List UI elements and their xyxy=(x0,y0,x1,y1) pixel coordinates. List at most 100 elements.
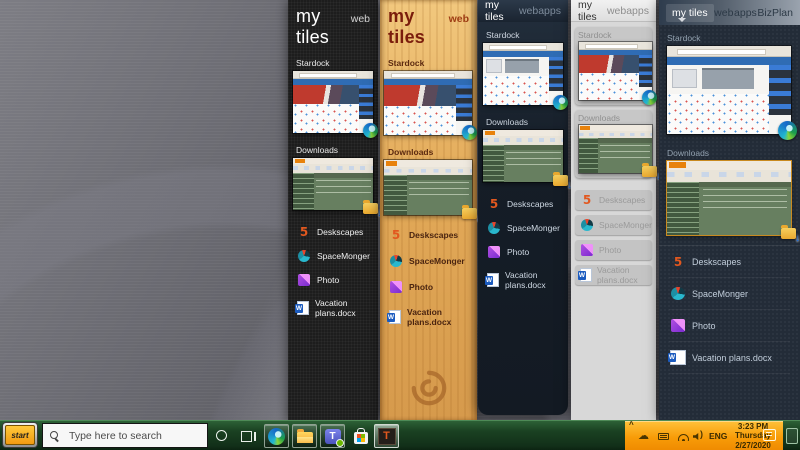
volume-icon[interactable] xyxy=(693,432,705,441)
shortcut-spacemonger[interactable]: SpaceMonger xyxy=(298,250,378,262)
photo-icon xyxy=(298,274,310,286)
group-label-stardock: Stardock xyxy=(486,30,568,40)
group-label-downloads: Downloads xyxy=(486,117,568,127)
shortcut-label: SpaceMonger xyxy=(507,223,560,233)
shortcut-label: SpaceMonger xyxy=(409,256,465,266)
browser-sidebar xyxy=(549,57,563,92)
downloads-folder-thumbnail[interactable] xyxy=(483,130,563,182)
shortcut-deskscapes[interactable]: Deskscapes xyxy=(298,226,378,238)
downloads-folder-thumbnail[interactable] xyxy=(579,125,652,173)
shortcut-spacemonger[interactable]: SpaceMonger xyxy=(669,278,790,310)
groupy-logo-block xyxy=(486,59,502,73)
browser-body xyxy=(667,94,769,134)
shortcut-photo[interactable]: Photo xyxy=(298,274,378,286)
show-desktop-button[interactable] xyxy=(786,428,798,444)
group-label-stardock: Stardock xyxy=(667,33,800,43)
stardock-webpage-thumbnail[interactable] xyxy=(579,42,652,100)
shortcut-label: Photo xyxy=(599,245,621,255)
panel-title: my tiles xyxy=(296,6,351,48)
tiles-panel-steel: my tiles web apps BizPlan Stardock Downl… xyxy=(659,0,800,420)
teams-icon: T xyxy=(325,429,341,444)
downloads-folder-thumbnail[interactable] xyxy=(293,158,373,210)
tab-apps[interactable]: apps xyxy=(734,7,757,19)
shortcut-deskscapes[interactable]: Deskscapes xyxy=(669,246,790,278)
taskbar-search[interactable] xyxy=(42,423,208,448)
deskscapes-icon xyxy=(488,198,500,210)
tab-my-tiles[interactable]: my tiles xyxy=(666,4,714,22)
tab-web[interactable]: web xyxy=(607,5,626,17)
tab-web[interactable]: web xyxy=(714,7,733,19)
shortcut-vacation-doc[interactable]: Vacation plans.docx xyxy=(390,307,477,327)
onedrive-cloud-icon[interactable]: ☁ xyxy=(638,429,649,443)
tab-web[interactable]: web xyxy=(351,13,370,25)
tab-apps[interactable]: apps xyxy=(626,5,649,17)
shortcut-vacation-doc[interactable]: Vacation plans.docx xyxy=(488,270,568,290)
language-indicator[interactable]: ENG xyxy=(709,431,727,441)
deskscapes-icon xyxy=(581,194,593,206)
deskscapes-icon xyxy=(390,229,402,241)
shortcut-deskscapes[interactable]: Deskscapes xyxy=(575,190,652,210)
panel-title: my tiles xyxy=(388,6,449,48)
shortcut-spacemonger[interactable]: SpaceMonger xyxy=(390,255,477,267)
shortcut-deskscapes[interactable]: Deskscapes xyxy=(488,198,568,210)
search-icon xyxy=(50,431,60,441)
stardock-webpage-thumbnail[interactable] xyxy=(483,43,563,105)
taskbar-app-store[interactable] xyxy=(348,424,373,448)
tab-my-tiles[interactable]: my tiles xyxy=(485,0,519,23)
explorer-sidebar xyxy=(483,145,504,182)
stardock-webpage-thumbnail[interactable] xyxy=(667,46,791,134)
explorer-ribbon xyxy=(579,131,652,139)
stardock-webpage-thumbnail[interactable] xyxy=(384,71,472,135)
tab-my-tiles[interactable]: my tiles xyxy=(578,0,607,23)
shortcut-photo[interactable]: Photo xyxy=(575,240,652,260)
downloads-folder-thumbnail[interactable] xyxy=(384,160,472,215)
cortana-button[interactable] xyxy=(216,430,227,441)
browser-body xyxy=(293,104,359,133)
taskbar-app-teams[interactable]: T xyxy=(320,424,345,448)
shortcut-photo[interactable]: Photo xyxy=(390,281,477,293)
group-label-downloads: Downloads xyxy=(388,147,477,157)
taskbar-app-edge[interactable] xyxy=(264,424,289,448)
explorer-ribbon xyxy=(384,167,472,176)
shortcut-deskscapes[interactable]: Deskscapes xyxy=(390,229,477,241)
shortcut-label: Deskscapes xyxy=(507,199,553,209)
browser-banner xyxy=(384,85,456,105)
taskbar: start T ^ ☁ ENG 3:23 PM Thursday 2/27/20… xyxy=(0,420,800,450)
group-tile-stardock[interactable]: Stardock xyxy=(575,27,652,105)
shortcut-spacemonger[interactable]: SpaceMonger xyxy=(488,222,568,234)
shortcut-vacation-doc[interactable]: Vacation plans.docx xyxy=(669,342,790,374)
stardock-webpage-thumbnail[interactable] xyxy=(293,71,373,133)
shortcut-label: Photo xyxy=(409,282,433,292)
tab-web[interactable]: web xyxy=(449,13,469,25)
panel-header: my tiles web xyxy=(288,0,378,50)
tray-overflow-chevron[interactable]: ^ xyxy=(629,420,634,429)
touch-keyboard-icon[interactable] xyxy=(658,433,669,440)
group-tile-downloads[interactable]: Downloads xyxy=(575,110,652,178)
tab-apps[interactable]: apps xyxy=(538,5,561,17)
shortcut-spacemonger[interactable]: SpaceMonger xyxy=(575,215,652,235)
shortcut-photo[interactable]: Photo xyxy=(488,246,568,258)
action-center-icon[interactable] xyxy=(763,429,776,441)
task-view-button[interactable] xyxy=(241,431,256,442)
download-folder-badge-icon xyxy=(553,175,568,186)
search-input[interactable] xyxy=(67,429,192,443)
tab-bizplan[interactable]: BizPlan xyxy=(757,7,793,19)
word-doc-icon xyxy=(488,274,498,286)
shortcut-photo[interactable]: Photo xyxy=(669,310,790,342)
downloads-folder-thumbnail[interactable] xyxy=(667,161,791,235)
taskbar-app-tiles[interactable] xyxy=(374,424,399,448)
tab-web[interactable]: web xyxy=(519,5,538,17)
desktop: my tiles web Stardock Downloads Deskscap… xyxy=(0,0,800,450)
shortcut-vacation-doc[interactable]: Vacation plans.docx xyxy=(575,265,652,285)
download-folder-badge-icon xyxy=(363,203,378,214)
explorer-sidebar xyxy=(667,182,699,235)
tiles-panel-wood: my tiles web Stardock Downloads Deskscap… xyxy=(380,0,477,421)
word-doc-icon xyxy=(390,311,400,323)
group-label-downloads: Downloads xyxy=(578,113,652,123)
taskbar-app-file-explorer[interactable] xyxy=(292,424,317,448)
start-button[interactable]: start xyxy=(3,423,37,447)
photo-icon xyxy=(488,246,500,258)
shortcut-vacation-doc[interactable]: Vacation plans.docx xyxy=(298,298,378,318)
edge-badge-icon xyxy=(462,125,477,140)
wifi-icon[interactable] xyxy=(677,432,689,441)
